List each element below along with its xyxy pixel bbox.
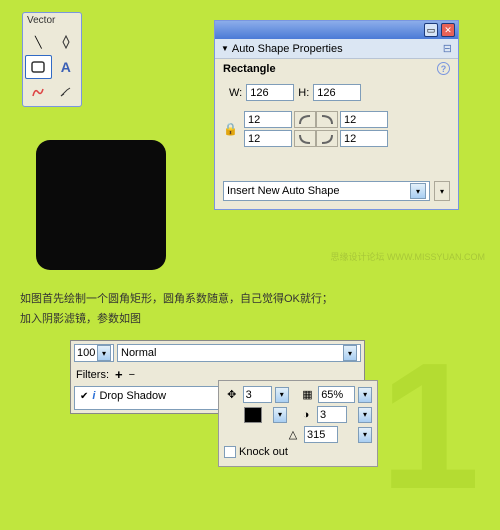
filter-name: Drop Shadow bbox=[99, 390, 166, 402]
chevron-down-icon[interactable]: ▾ bbox=[275, 387, 289, 403]
shadow-opacity-field[interactable]: 65% bbox=[318, 386, 355, 403]
angle-field[interactable]: 315 bbox=[304, 426, 338, 443]
softness-field[interactable]: 3 bbox=[317, 406, 347, 423]
height-field[interactable] bbox=[313, 84, 361, 101]
freeform-tool[interactable] bbox=[25, 80, 52, 104]
color-swatch[interactable] bbox=[244, 407, 262, 423]
drop-shadow-properties: ✥ 3 ▾ ▦ 65% ▾ ▾ ◑ 3 ▾ △ 315 ▾ Knock out bbox=[218, 380, 378, 467]
instruction-line-1: 如图首先绘制一个圆角矩形，圆角系数随意，自己觉得OK就行； bbox=[20, 290, 333, 310]
chevron-down-icon: ▾ bbox=[410, 183, 426, 199]
auto-shape-properties-panel: ▭ ✕ ▼ Auto Shape Properties ⊟ Rectangle … bbox=[214, 20, 459, 210]
info-icon: i bbox=[92, 390, 95, 402]
width-field[interactable] bbox=[246, 84, 294, 101]
opacity-icon: ▦ bbox=[300, 388, 316, 401]
knockout-checkbox[interactable] bbox=[224, 446, 236, 458]
rectangle-tool[interactable] bbox=[25, 55, 52, 79]
remove-filter-button[interactable]: − bbox=[129, 369, 135, 381]
pen-tool[interactable] bbox=[53, 30, 80, 54]
rounded-rectangle-preview bbox=[36, 140, 166, 270]
corner-tl-field[interactable] bbox=[244, 111, 292, 128]
corner-tl-icon[interactable] bbox=[294, 111, 316, 128]
panel-title: Auto Shape Properties bbox=[232, 43, 343, 55]
add-filter-button[interactable]: + bbox=[115, 367, 123, 382]
insert-options-button[interactable]: ▾ bbox=[434, 181, 450, 201]
knockout-label: Knock out bbox=[239, 446, 288, 458]
filters-label: Filters: bbox=[76, 369, 109, 381]
text-tool[interactable]: A bbox=[53, 55, 80, 79]
width-label: W: bbox=[229, 87, 242, 99]
corner-tr-field[interactable] bbox=[340, 111, 388, 128]
panel-header[interactable]: ▼ Auto Shape Properties ⊟ bbox=[215, 39, 458, 59]
height-label: H: bbox=[298, 87, 309, 99]
check-icon[interactable]: ✔ bbox=[80, 391, 88, 402]
blend-mode-dropdown[interactable]: Normal▾ bbox=[117, 344, 361, 362]
knife-tool[interactable] bbox=[53, 80, 80, 104]
chevron-down-icon[interactable]: ▾ bbox=[273, 407, 287, 423]
distance-icon: ✥ bbox=[224, 388, 240, 401]
chevron-down-icon[interactable]: ▾ bbox=[358, 407, 372, 423]
options-icon[interactable]: ⊟ bbox=[443, 42, 452, 55]
maximize-icon[interactable]: ▭ bbox=[424, 23, 438, 37]
angle-icon: △ bbox=[285, 428, 301, 441]
instructions: 如图首先绘制一个圆角矩形，圆角系数随意，自己觉得OK就行； 加入阴影滤镜，参数如… bbox=[20, 290, 333, 330]
chevron-down-icon: ▾ bbox=[343, 345, 357, 361]
shape-name: Rectangle bbox=[223, 63, 276, 75]
insert-shape-label: Insert New Auto Shape bbox=[227, 185, 340, 197]
corner-tr-icon[interactable] bbox=[316, 111, 338, 128]
close-icon[interactable]: ✕ bbox=[441, 23, 455, 37]
lock-icon[interactable]: 🔒 bbox=[223, 122, 238, 136]
help-icon[interactable]: ? bbox=[437, 62, 450, 75]
step-number: 1 bbox=[380, 323, 480, 530]
corner-br-field[interactable] bbox=[340, 130, 388, 147]
instruction-line-2: 加入阴影滤镜，参数如图 bbox=[20, 310, 333, 330]
vector-title: Vector bbox=[23, 13, 81, 28]
softness-icon: ◑ bbox=[298, 409, 314, 421]
chevron-down-icon[interactable]: ▾ bbox=[358, 387, 372, 403]
vector-tools-panel: Vector ╲ A bbox=[22, 12, 82, 107]
line-tool[interactable]: ╲ bbox=[25, 30, 52, 54]
insert-shape-dropdown[interactable]: Insert New Auto Shape ▾ bbox=[223, 181, 430, 201]
watermark: 思缘设计论坛 WWW.MISSYUAN.COM bbox=[331, 250, 486, 263]
corner-bl-icon[interactable] bbox=[294, 130, 316, 147]
panel-titlebar[interactable]: ▭ ✕ bbox=[215, 21, 458, 39]
corner-bl-field[interactable] bbox=[244, 130, 292, 147]
distance-field[interactable]: 3 bbox=[243, 386, 272, 403]
chevron-down-icon[interactable]: ▾ bbox=[358, 427, 372, 443]
corner-br-icon[interactable] bbox=[316, 130, 338, 147]
opacity-field[interactable]: 100▾ bbox=[74, 344, 114, 362]
collapse-icon: ▼ bbox=[221, 44, 229, 53]
shape-name-row: Rectangle ? bbox=[215, 59, 458, 78]
chevron-down-icon: ▾ bbox=[97, 345, 111, 361]
